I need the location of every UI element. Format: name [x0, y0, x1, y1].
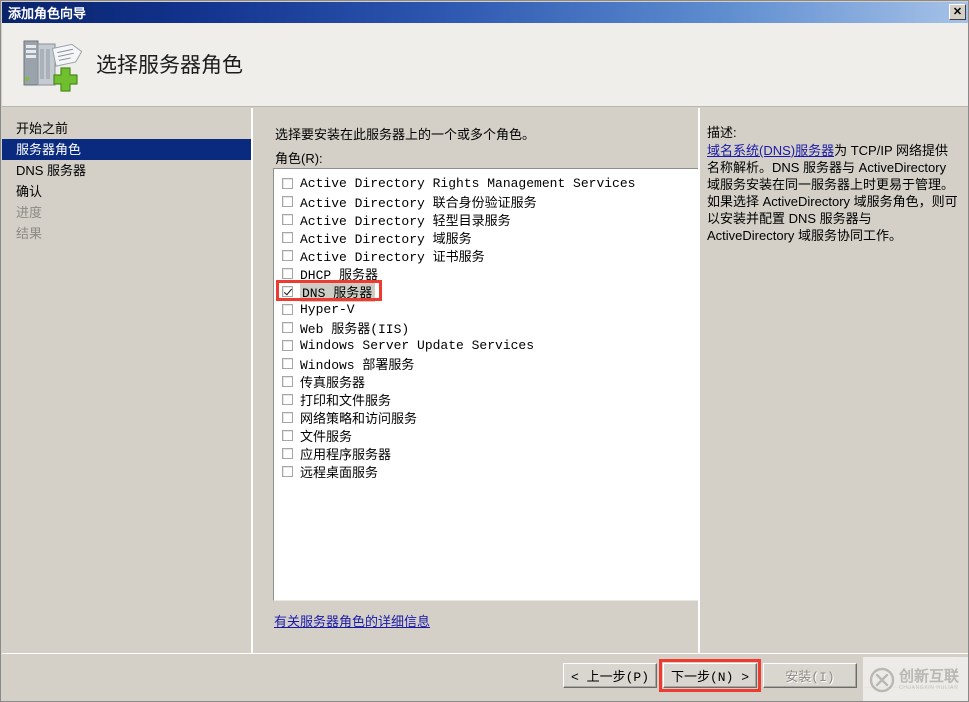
list-item[interactable]: Windows 部署服务 — [274, 354, 698, 373]
checkbox-icon[interactable] — [282, 177, 293, 189]
close-icon[interactable]: ✕ — [949, 4, 966, 20]
sidebar-item-dns-server[interactable]: DNS 服务器 — [2, 160, 251, 181]
checkbox-icon[interactable] — [282, 231, 293, 243]
sidebar-item-confirmation[interactable]: 确认 — [2, 181, 251, 202]
checkbox-icon[interactable] — [282, 339, 293, 351]
instruction-text: 选择要安装在此服务器上的一个或多个角色。 — [275, 127, 536, 142]
role-label: Windows Server Update Services — [300, 337, 535, 353]
sidebar-item-progress: 进度 — [2, 202, 251, 223]
sidebar-item-label: DNS 服务器 — [16, 163, 87, 178]
sidebar-item-label: 开始之前 — [16, 121, 69, 136]
role-label: Web 服务器(IIS) — [300, 321, 410, 337]
checkbox-icon[interactable] — [282, 321, 293, 333]
sidebar-item-server-roles[interactable]: 服务器角色 — [2, 139, 251, 160]
roles-list-label: 角色(R): — [275, 151, 323, 166]
window-title: 添加角色向导 — [8, 6, 87, 21]
role-label: DNS 服务器 — [300, 280, 376, 302]
server-add-icon — [20, 37, 83, 95]
list-item[interactable]: Active Directory 轻型目录服务 — [274, 210, 698, 229]
list-item-dns-server[interactable]: DNS 服务器 — [274, 280, 698, 302]
wizard-step-sidebar: 开始之前 服务器角色 DNS 服务器 确认 进度 结果 — [2, 108, 253, 653]
watermark: 创新互联 CHUANGXIN HULIAN — [863, 657, 968, 701]
description-title: 描述: — [707, 125, 737, 140]
checkbox-icon[interactable] — [282, 429, 293, 441]
checkbox-icon[interactable] — [282, 285, 293, 297]
list-item[interactable]: 应用程序服务器 — [274, 444, 698, 463]
list-item[interactable]: 传真服务器 — [274, 372, 698, 391]
checkbox-icon[interactable] — [282, 375, 293, 387]
role-label: 远程桌面服务 — [300, 465, 379, 481]
checkbox-icon[interactable] — [282, 447, 293, 459]
wizard-footer: < 上一步(P) 下一步(N) > 安装(I) — [2, 653, 968, 701]
watermark-subtitle: CHUANGXIN HULIAN — [899, 685, 959, 691]
role-label: Active Directory Rights Management Servi… — [300, 175, 636, 191]
list-item[interactable]: 打印和文件服务 — [274, 390, 698, 409]
list-item[interactable]: Windows Server Update Services — [274, 336, 698, 354]
role-label: 文件服务 — [300, 429, 353, 445]
list-item[interactable]: Active Directory 证书服务 — [274, 246, 698, 265]
role-label: Active Directory 联合身份验证服务 — [300, 195, 537, 211]
watermark-brand: 创新互联 — [899, 668, 960, 685]
checkbox-icon[interactable] — [282, 195, 293, 207]
watermark-text: 创新互联 CHUANGXIN HULIAN — [899, 668, 960, 692]
install-button: 安装(I) — [763, 663, 857, 688]
sidebar-item-results: 结果 — [2, 223, 251, 244]
checkbox-icon[interactable] — [282, 267, 293, 279]
role-label: 应用程序服务器 — [300, 447, 392, 463]
list-item[interactable]: 远程桌面服务 — [274, 462, 698, 481]
list-item[interactable]: DHCP 服务器 — [274, 264, 698, 283]
add-roles-wizard-window: 添加角色向导 ✕ 选择服务器角色 开始之前 服务器角色 DNS 服务器 确认 进… — [0, 0, 969, 702]
page-title: 选择服务器角色 — [96, 53, 243, 77]
back-button[interactable]: < 上一步(P) — [563, 663, 657, 688]
cx-circle-logo-icon — [869, 667, 895, 693]
role-label: Active Directory 轻型目录服务 — [300, 213, 511, 229]
next-button-wrapper: 下一步(N) > — [659, 659, 761, 692]
role-label: Windows 部署服务 — [300, 357, 415, 373]
checkbox-icon[interactable] — [282, 249, 293, 261]
checkbox-icon[interactable] — [282, 465, 293, 477]
role-label: Hyper-V — [300, 301, 355, 317]
role-label: 打印和文件服务 — [300, 393, 392, 409]
description-text: 为 TCP/IP 网络提供名称解析。DNS 服务器与 ActiveDirecto… — [707, 143, 958, 243]
sidebar-item-label: 服务器角色 — [16, 142, 82, 157]
title-bar: 添加角色向导 ✕ — [2, 2, 968, 23]
main-panel: 选择要安装在此服务器上的一个或多个角色。 角色(R): Active Direc… — [255, 108, 968, 653]
list-item[interactable]: Active Directory Rights Management Servi… — [274, 174, 698, 192]
list-item[interactable]: 网络策略和访问服务 — [274, 408, 698, 427]
list-item[interactable]: Web 服务器(IIS) — [274, 318, 698, 337]
list-item[interactable]: 文件服务 — [274, 426, 698, 445]
role-label: 网络策略和访问服务 — [300, 411, 418, 427]
roles-details-link[interactable]: 有关服务器角色的详细信息 — [274, 611, 430, 630]
description-link[interactable]: 域名系统(DNS)服务器 — [707, 143, 834, 158]
role-label: 传真服务器 — [300, 375, 366, 391]
checkbox-icon[interactable] — [282, 393, 293, 405]
sidebar-item-label: 进度 — [16, 205, 43, 220]
checkbox-icon[interactable] — [282, 357, 293, 369]
sidebar-item-before-you-begin[interactable]: 开始之前 — [2, 118, 251, 139]
list-item[interactable]: Hyper-V — [274, 300, 698, 318]
list-item[interactable]: Active Directory 域服务 — [274, 228, 698, 247]
checkbox-icon[interactable] — [282, 411, 293, 423]
next-button[interactable]: 下一步(N) > — [663, 663, 757, 688]
wizard-header: 选择服务器角色 — [2, 23, 968, 107]
checkbox-icon[interactable] — [282, 303, 293, 315]
role-label: Active Directory 证书服务 — [300, 249, 485, 265]
description-body: 域名系统(DNS)服务器为 TCP/IP 网络提供名称解析。DNS 服务器与 A… — [707, 142, 959, 244]
description-pane: 描述: 域名系统(DNS)服务器为 TCP/IP 网络提供名称解析。DNS 服务… — [707, 122, 959, 244]
panel-divider — [698, 108, 700, 653]
sidebar-item-label: 结果 — [16, 226, 43, 241]
checkbox-icon[interactable] — [282, 213, 293, 225]
roles-listbox[interactable]: Active Directory Rights Management Servi… — [273, 168, 699, 601]
role-label: Active Directory 域服务 — [300, 231, 472, 247]
list-item[interactable]: Active Directory 联合身份验证服务 — [274, 192, 698, 211]
sidebar-item-label: 确认 — [16, 184, 43, 199]
